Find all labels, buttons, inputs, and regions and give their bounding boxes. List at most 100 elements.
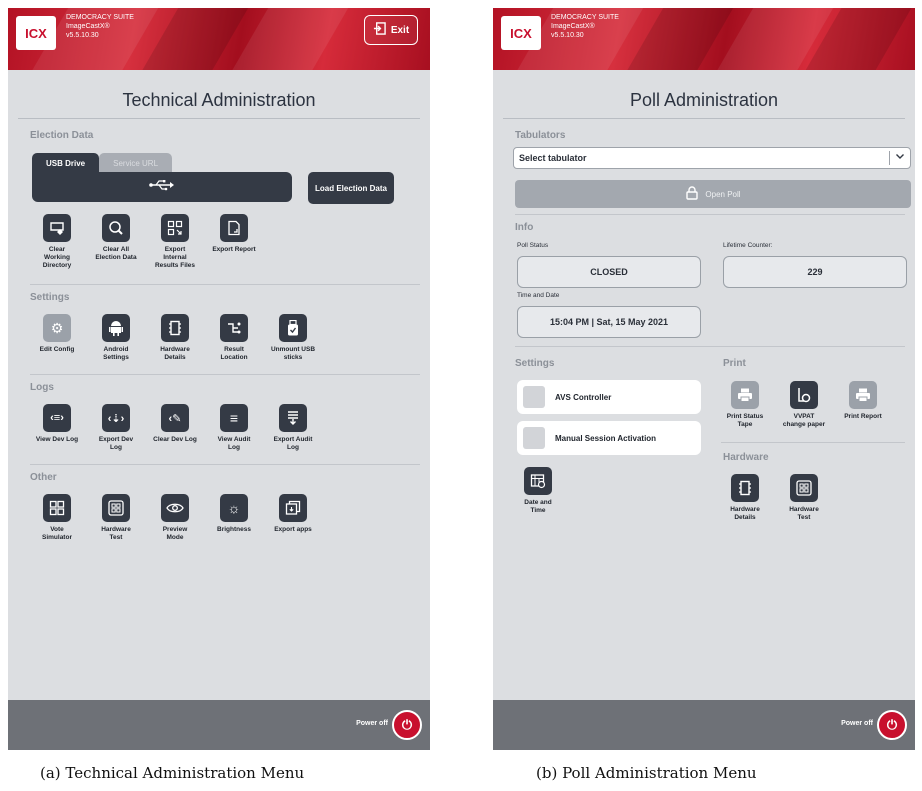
tile-label: Clear All Election Data bbox=[95, 246, 137, 261]
tile-label: Clear Dev Log bbox=[153, 436, 197, 443]
usb-icon bbox=[149, 178, 175, 196]
tile-label: Preview Mode bbox=[162, 526, 188, 541]
power-icon: ⏻ bbox=[401, 717, 413, 732]
poll-administration-screen: ICX DEMOCRACY SUITE ImageCastX® v5.5.10.… bbox=[493, 8, 915, 750]
tile-label: Result Location bbox=[220, 346, 248, 361]
lifetime-counter-label: Lifetime Counter: bbox=[723, 242, 773, 249]
clear-working-directory-button[interactable]: Clear Working Directory bbox=[28, 214, 86, 270]
section-divider bbox=[30, 284, 420, 285]
tabulator-select[interactable]: Select tabulator bbox=[513, 147, 911, 169]
tile-label: Print Report bbox=[844, 413, 882, 420]
load-election-data-button[interactable]: Load Election Data bbox=[308, 172, 394, 204]
code-list-icon: ‹≡› bbox=[43, 404, 71, 432]
other-heading: Other bbox=[30, 472, 57, 483]
vote-simulator-button[interactable]: Vote Simulator bbox=[28, 494, 86, 542]
caption-b: (b) Poll Administration Menu bbox=[536, 764, 757, 782]
export-apps-button[interactable]: Export apps bbox=[264, 494, 322, 534]
preview-mode-button[interactable]: Preview Mode bbox=[146, 494, 204, 542]
lifetime-counter-value: 229 bbox=[723, 256, 907, 288]
poll-status-label: Poll Status bbox=[517, 242, 549, 249]
tile-label: Android Settings bbox=[103, 346, 129, 361]
hardware-test-button[interactable]: Hardware Test bbox=[87, 494, 145, 542]
avs-controller-toggle[interactable]: AVS Controller bbox=[517, 380, 701, 414]
power-icon: ⏻ bbox=[886, 717, 898, 732]
hardware-heading: Hardware bbox=[723, 452, 769, 463]
unmount-usb-button[interactable]: Unmount USB sticks bbox=[264, 314, 322, 362]
icx-logo: ICX bbox=[16, 16, 56, 50]
export-report-button[interactable]: Export Report bbox=[205, 214, 263, 254]
tile-label: Clear Working Directory bbox=[42, 246, 72, 269]
result-location-button[interactable]: Result Location bbox=[205, 314, 263, 362]
exit-button[interactable]: Exit bbox=[364, 15, 418, 45]
print-status-tape-button[interactable]: Print Status Tape bbox=[716, 381, 774, 429]
caption-a: (a) Technical Administration Menu bbox=[40, 764, 305, 782]
tile-label: VVPAT change paper bbox=[782, 413, 826, 428]
chip-icon bbox=[161, 314, 189, 342]
page-title: Technical Administration bbox=[122, 90, 316, 110]
view-dev-log-button[interactable]: ‹≡› View Dev Log bbox=[28, 404, 86, 444]
tile-label: Export Audit Log bbox=[273, 436, 313, 451]
date-time-button[interactable]: Date and Time bbox=[509, 467, 567, 515]
code-clear-icon: ‹✎ bbox=[161, 404, 189, 432]
tile-label: View Audit Log bbox=[217, 436, 251, 451]
hardware-test-button[interactable]: Hardware Test bbox=[775, 474, 833, 522]
title-divider bbox=[18, 118, 420, 119]
power-off-button[interactable]: ⏻ bbox=[877, 710, 907, 740]
tile-label: Hardware Details bbox=[730, 506, 760, 521]
flow-icon bbox=[220, 314, 248, 342]
export-audit-log-button[interactable]: Export Audit Log bbox=[264, 404, 322, 452]
eye-icon bbox=[161, 494, 189, 522]
clear-dev-log-button[interactable]: ‹✎ Clear Dev Log bbox=[146, 404, 204, 444]
avs-controller-checkbox[interactable] bbox=[523, 386, 545, 408]
tile-label: View Dev Log bbox=[35, 436, 79, 443]
vvpat-change-paper-button[interactable]: VVPAT change paper bbox=[775, 381, 833, 429]
printer-icon bbox=[849, 381, 877, 409]
brand-line-2: ImageCastX® bbox=[551, 23, 595, 30]
brand-text: DEMOCRACY SUITE ImageCastX® v5.5.10.30 bbox=[66, 13, 134, 40]
print-report-button[interactable]: Print Report bbox=[834, 381, 892, 421]
tab-usb-drive[interactable]: USB Drive bbox=[32, 153, 100, 173]
tile-label: Print Status Tape bbox=[726, 413, 764, 428]
tab-service-url[interactable]: Service URL bbox=[99, 153, 173, 173]
election-data-heading: Election Data bbox=[30, 130, 94, 141]
tabulator-select-value: Select tabulator bbox=[519, 153, 587, 163]
export-internal-results-button[interactable]: Export Internal Results Files bbox=[146, 214, 204, 270]
exit-icon bbox=[373, 22, 386, 38]
hardware-details-button[interactable]: Hardware Details bbox=[716, 474, 774, 522]
bottom-bar: Power off ⏻ bbox=[8, 700, 430, 750]
tabulators-heading: Tabulators bbox=[515, 130, 566, 141]
bottom-bar: Power off ⏻ bbox=[493, 700, 915, 750]
usb-drive-panel[interactable] bbox=[32, 172, 292, 202]
tile-label: Export Dev Log bbox=[98, 436, 134, 451]
section-divider bbox=[30, 374, 420, 375]
brand-line-2: ImageCastX® bbox=[66, 23, 110, 30]
open-poll-button[interactable]: Open Poll bbox=[515, 180, 911, 208]
export-report-icon bbox=[220, 214, 248, 242]
brand-line-1: DEMOCRACY SUITE bbox=[66, 14, 134, 21]
paper-roll-icon bbox=[790, 381, 818, 409]
clear-directory-icon bbox=[43, 214, 71, 242]
tile-label: Unmount USB sticks bbox=[270, 346, 316, 361]
open-poll-label: Open Poll bbox=[705, 189, 741, 199]
header-bar: ICX DEMOCRACY SUITE ImageCastX® v5.5.10.… bbox=[8, 8, 430, 70]
manual-session-checkbox[interactable] bbox=[523, 427, 545, 449]
export-dev-log-button[interactable]: ‹⇣› Export Dev Log bbox=[87, 404, 145, 452]
brand-line-1: DEMOCRACY SUITE bbox=[551, 14, 619, 21]
brand-line-3: v5.5.10.30 bbox=[551, 32, 584, 39]
header-facet bbox=[224, 8, 352, 70]
brightness-button[interactable]: ☼ Brightness bbox=[205, 494, 263, 534]
hardware-grid-icon bbox=[790, 474, 818, 502]
view-audit-log-button[interactable]: ≡ View Audit Log bbox=[205, 404, 263, 452]
logs-heading: Logs bbox=[30, 382, 54, 393]
clear-all-election-data-button[interactable]: Clear All Election Data bbox=[87, 214, 145, 262]
tile-label: Export apps bbox=[274, 526, 312, 533]
edit-config-button[interactable]: ⚙ Edit Config bbox=[28, 314, 86, 354]
poll-status-value: CLOSED bbox=[517, 256, 701, 288]
manual-session-toggle[interactable]: Manual Session Activation bbox=[517, 421, 701, 455]
lock-icon bbox=[685, 186, 699, 202]
power-off-button[interactable]: ⏻ bbox=[392, 710, 422, 740]
hardware-details-button[interactable]: Hardware Details bbox=[146, 314, 204, 362]
tile-label: Vote Simulator bbox=[42, 526, 72, 541]
usb-stick-icon bbox=[279, 314, 307, 342]
android-settings-button[interactable]: Android Settings bbox=[87, 314, 145, 362]
